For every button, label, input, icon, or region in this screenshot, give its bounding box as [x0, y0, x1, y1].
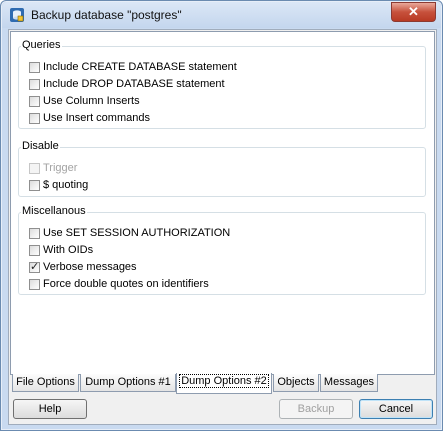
checkbox-box[interactable]	[29, 112, 40, 124]
options-tab-strip: File Options Dump Options #1 Dump Option…	[10, 373, 433, 394]
checkbox-force-double-quotes[interactable]: Force double quotes on identifiers	[29, 276, 209, 292]
checkbox-label: With OIDs	[43, 244, 94, 256]
database-backup-icon	[10, 8, 24, 22]
checkbox-box[interactable]	[29, 61, 40, 73]
checkbox-box[interactable]	[29, 227, 40, 239]
checkbox-label: Trigger	[43, 162, 78, 174]
checkbox-label: Include DROP DATABASE statement	[43, 78, 225, 90]
group-label-miscellanous: Miscellanous	[21, 205, 87, 217]
checkbox-use-insert-commands[interactable]: Use Insert commands	[29, 110, 150, 126]
checkbox-label: Verbose messages	[43, 261, 137, 273]
disable-group: Disable Trigger $ quoting	[18, 140, 426, 197]
checkbox-dollar-quoting[interactable]: $ quoting	[29, 177, 88, 193]
checkbox-label: Include CREATE DATABASE statement	[43, 61, 237, 73]
group-label-disable: Disable	[21, 140, 60, 152]
backup-button[interactable]: Backup	[279, 399, 353, 419]
tab-objects[interactable]: Objects	[273, 374, 319, 392]
checkbox-use-column-inserts[interactable]: Use Column Inserts	[29, 93, 140, 109]
backup-dialog-window: Backup database "postgres" ✕ Queries Inc…	[0, 0, 443, 431]
title-bar[interactable]: Backup database "postgres"	[2, 2, 441, 28]
queries-group: Queries Include CREATE DATABASE statemen…	[18, 39, 426, 129]
miscellanous-group: Miscellanous Use SET SESSION AUTHORIZATI…	[18, 205, 426, 295]
cancel-button[interactable]: Cancel	[359, 399, 433, 419]
group-label-queries: Queries	[21, 39, 62, 51]
checkbox-include-create-database[interactable]: Include CREATE DATABASE statement	[29, 59, 237, 75]
checkbox-box[interactable]	[29, 95, 40, 107]
checkbox-box[interactable]	[29, 244, 40, 256]
checkbox-box-checked[interactable]	[29, 260, 40, 273]
checkbox-box[interactable]	[29, 179, 40, 191]
tab-dump-options-2[interactable]: Dump Options #2	[176, 373, 272, 394]
checkbox-label: Force double quotes on identifiers	[43, 278, 209, 290]
dump-options-2-panel: Queries Include CREATE DATABASE statemen…	[10, 31, 435, 375]
checkbox-box[interactable]	[29, 278, 40, 290]
checkbox-with-oids[interactable]: With OIDs	[29, 242, 93, 258]
close-button[interactable]: ✕	[391, 2, 436, 22]
help-button[interactable]: Help	[13, 399, 87, 419]
close-icon: ✕	[408, 4, 419, 19]
tab-dump-options-1[interactable]: Dump Options #1	[80, 374, 176, 392]
checkbox-box[interactable]	[29, 78, 40, 90]
dialog-client-area: Queries Include CREATE DATABASE statemen…	[8, 29, 437, 425]
tab-file-options[interactable]: File Options	[12, 374, 79, 392]
tab-messages[interactable]: Messages	[320, 374, 378, 392]
checkbox-use-set-session-authorization[interactable]: Use SET SESSION AUTHORIZATION	[29, 225, 230, 241]
checkbox-verbose-messages[interactable]: Verbose messages	[29, 259, 137, 275]
checkbox-label: Use SET SESSION AUTHORIZATION	[43, 227, 231, 239]
checkbox-include-drop-database[interactable]: Include DROP DATABASE statement	[29, 76, 225, 92]
checkbox-label: $ quoting	[43, 179, 89, 191]
checkbox-box	[29, 162, 40, 174]
checkbox-label: Use Insert commands	[43, 112, 150, 124]
window-title: Backup database "postgres"	[31, 8, 182, 22]
checkbox-label: Use Column Inserts	[43, 95, 140, 107]
checkbox-disable-trigger[interactable]: Trigger	[29, 160, 77, 176]
